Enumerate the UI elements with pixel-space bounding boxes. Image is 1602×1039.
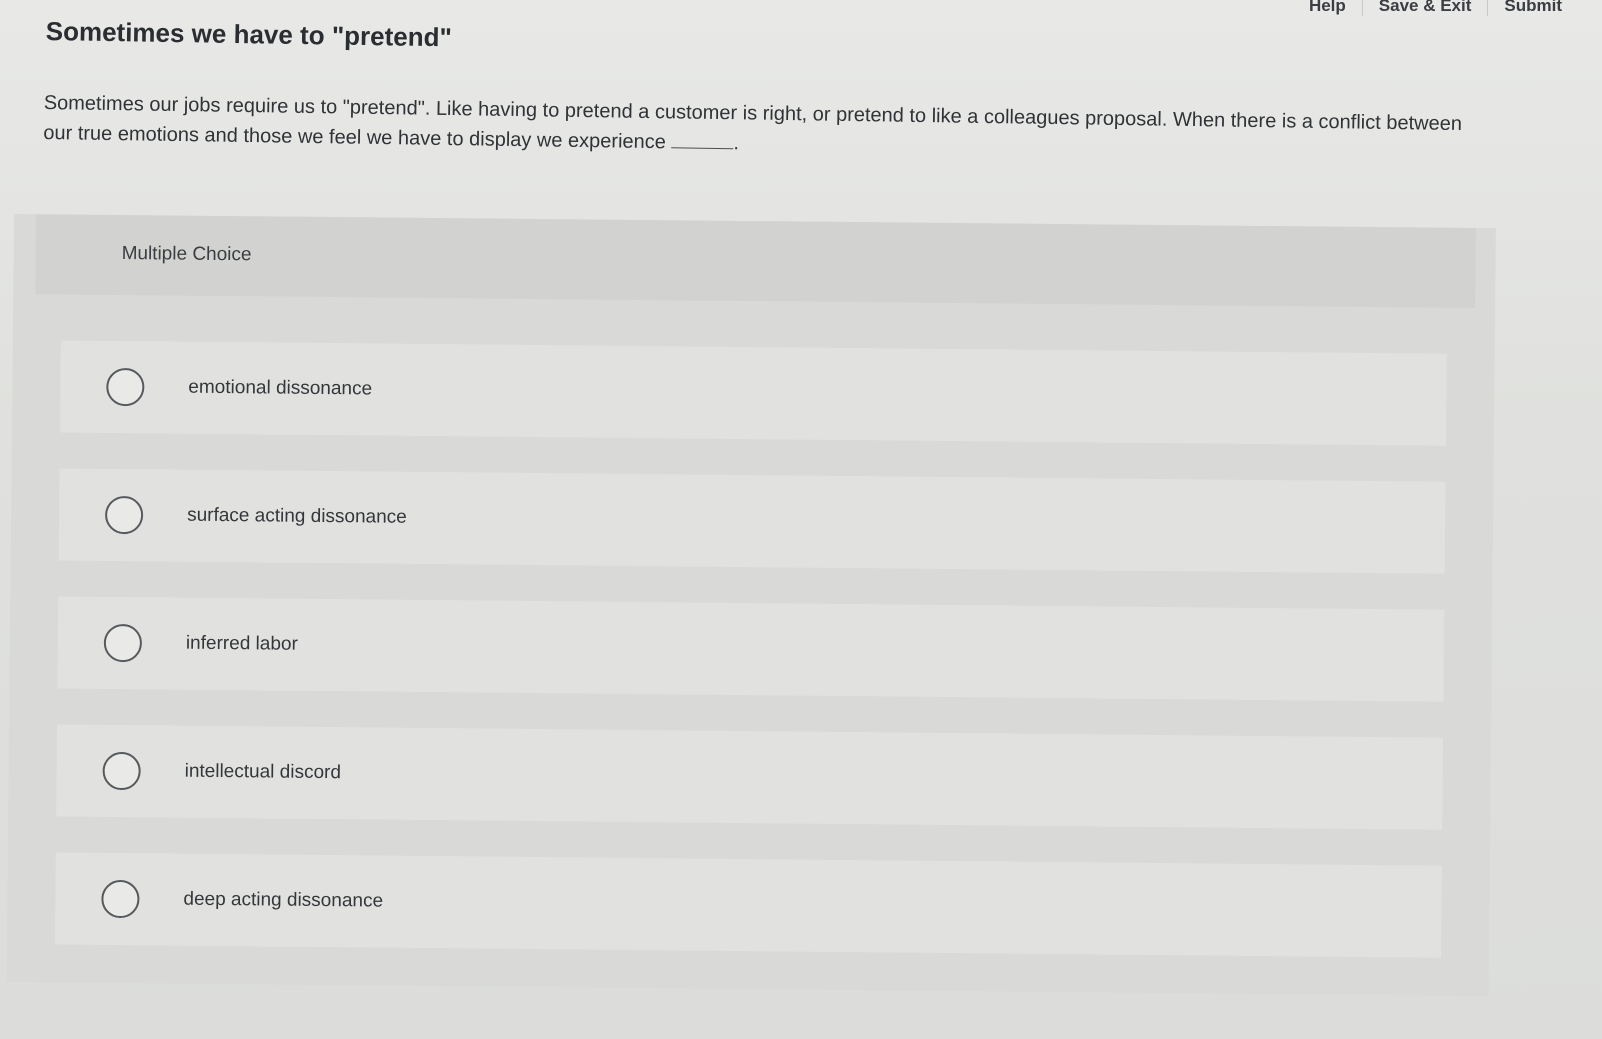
radio-button[interactable] xyxy=(103,623,143,663)
multiple-choice-panel: Multiple Choice emotional dissonance sur… xyxy=(6,214,1496,997)
question-prompt-text: Sometimes our jobs require us to "preten… xyxy=(43,91,1463,154)
choice-option[interactable]: inferred labor xyxy=(57,596,1445,702)
multiple-choice-label: Multiple Choice xyxy=(121,243,252,266)
save-exit-button[interactable]: Save & Exit xyxy=(1363,0,1489,16)
submit-button[interactable]: Submit xyxy=(1488,0,1562,16)
quiz-page: Help Save & Exit Submit Sometimes we hav… xyxy=(0,0,1602,1039)
choice-option[interactable]: emotional dissonance xyxy=(59,340,1447,446)
multiple-choice-header: Multiple Choice xyxy=(35,214,1476,309)
radio-button[interactable] xyxy=(101,879,140,919)
choice-label: deep acting dissonance xyxy=(183,888,384,912)
choice-label: emotional dissonance xyxy=(188,376,373,400)
answer-blank xyxy=(671,129,734,150)
choice-label: intellectual discord xyxy=(184,760,342,784)
radio-button[interactable] xyxy=(104,495,144,535)
question-prompt: Sometimes our jobs require us to "preten… xyxy=(43,88,1484,169)
question-prompt-end: . xyxy=(733,132,740,155)
choice-option[interactable]: intellectual discord xyxy=(56,724,1444,830)
top-toolbar: Help Save & Exit Submit xyxy=(1293,0,1562,16)
choice-label: surface acting dissonance xyxy=(187,504,407,528)
question-title: Sometimes we have to "pretend" xyxy=(45,16,453,53)
help-link[interactable]: Help xyxy=(1293,0,1363,16)
radio-button[interactable] xyxy=(106,367,145,407)
choice-label: inferred labor xyxy=(185,632,298,655)
choice-option[interactable]: deep acting dissonance xyxy=(54,852,1442,958)
choice-option[interactable]: surface acting dissonance xyxy=(58,468,1446,574)
radio-button[interactable] xyxy=(102,751,141,791)
